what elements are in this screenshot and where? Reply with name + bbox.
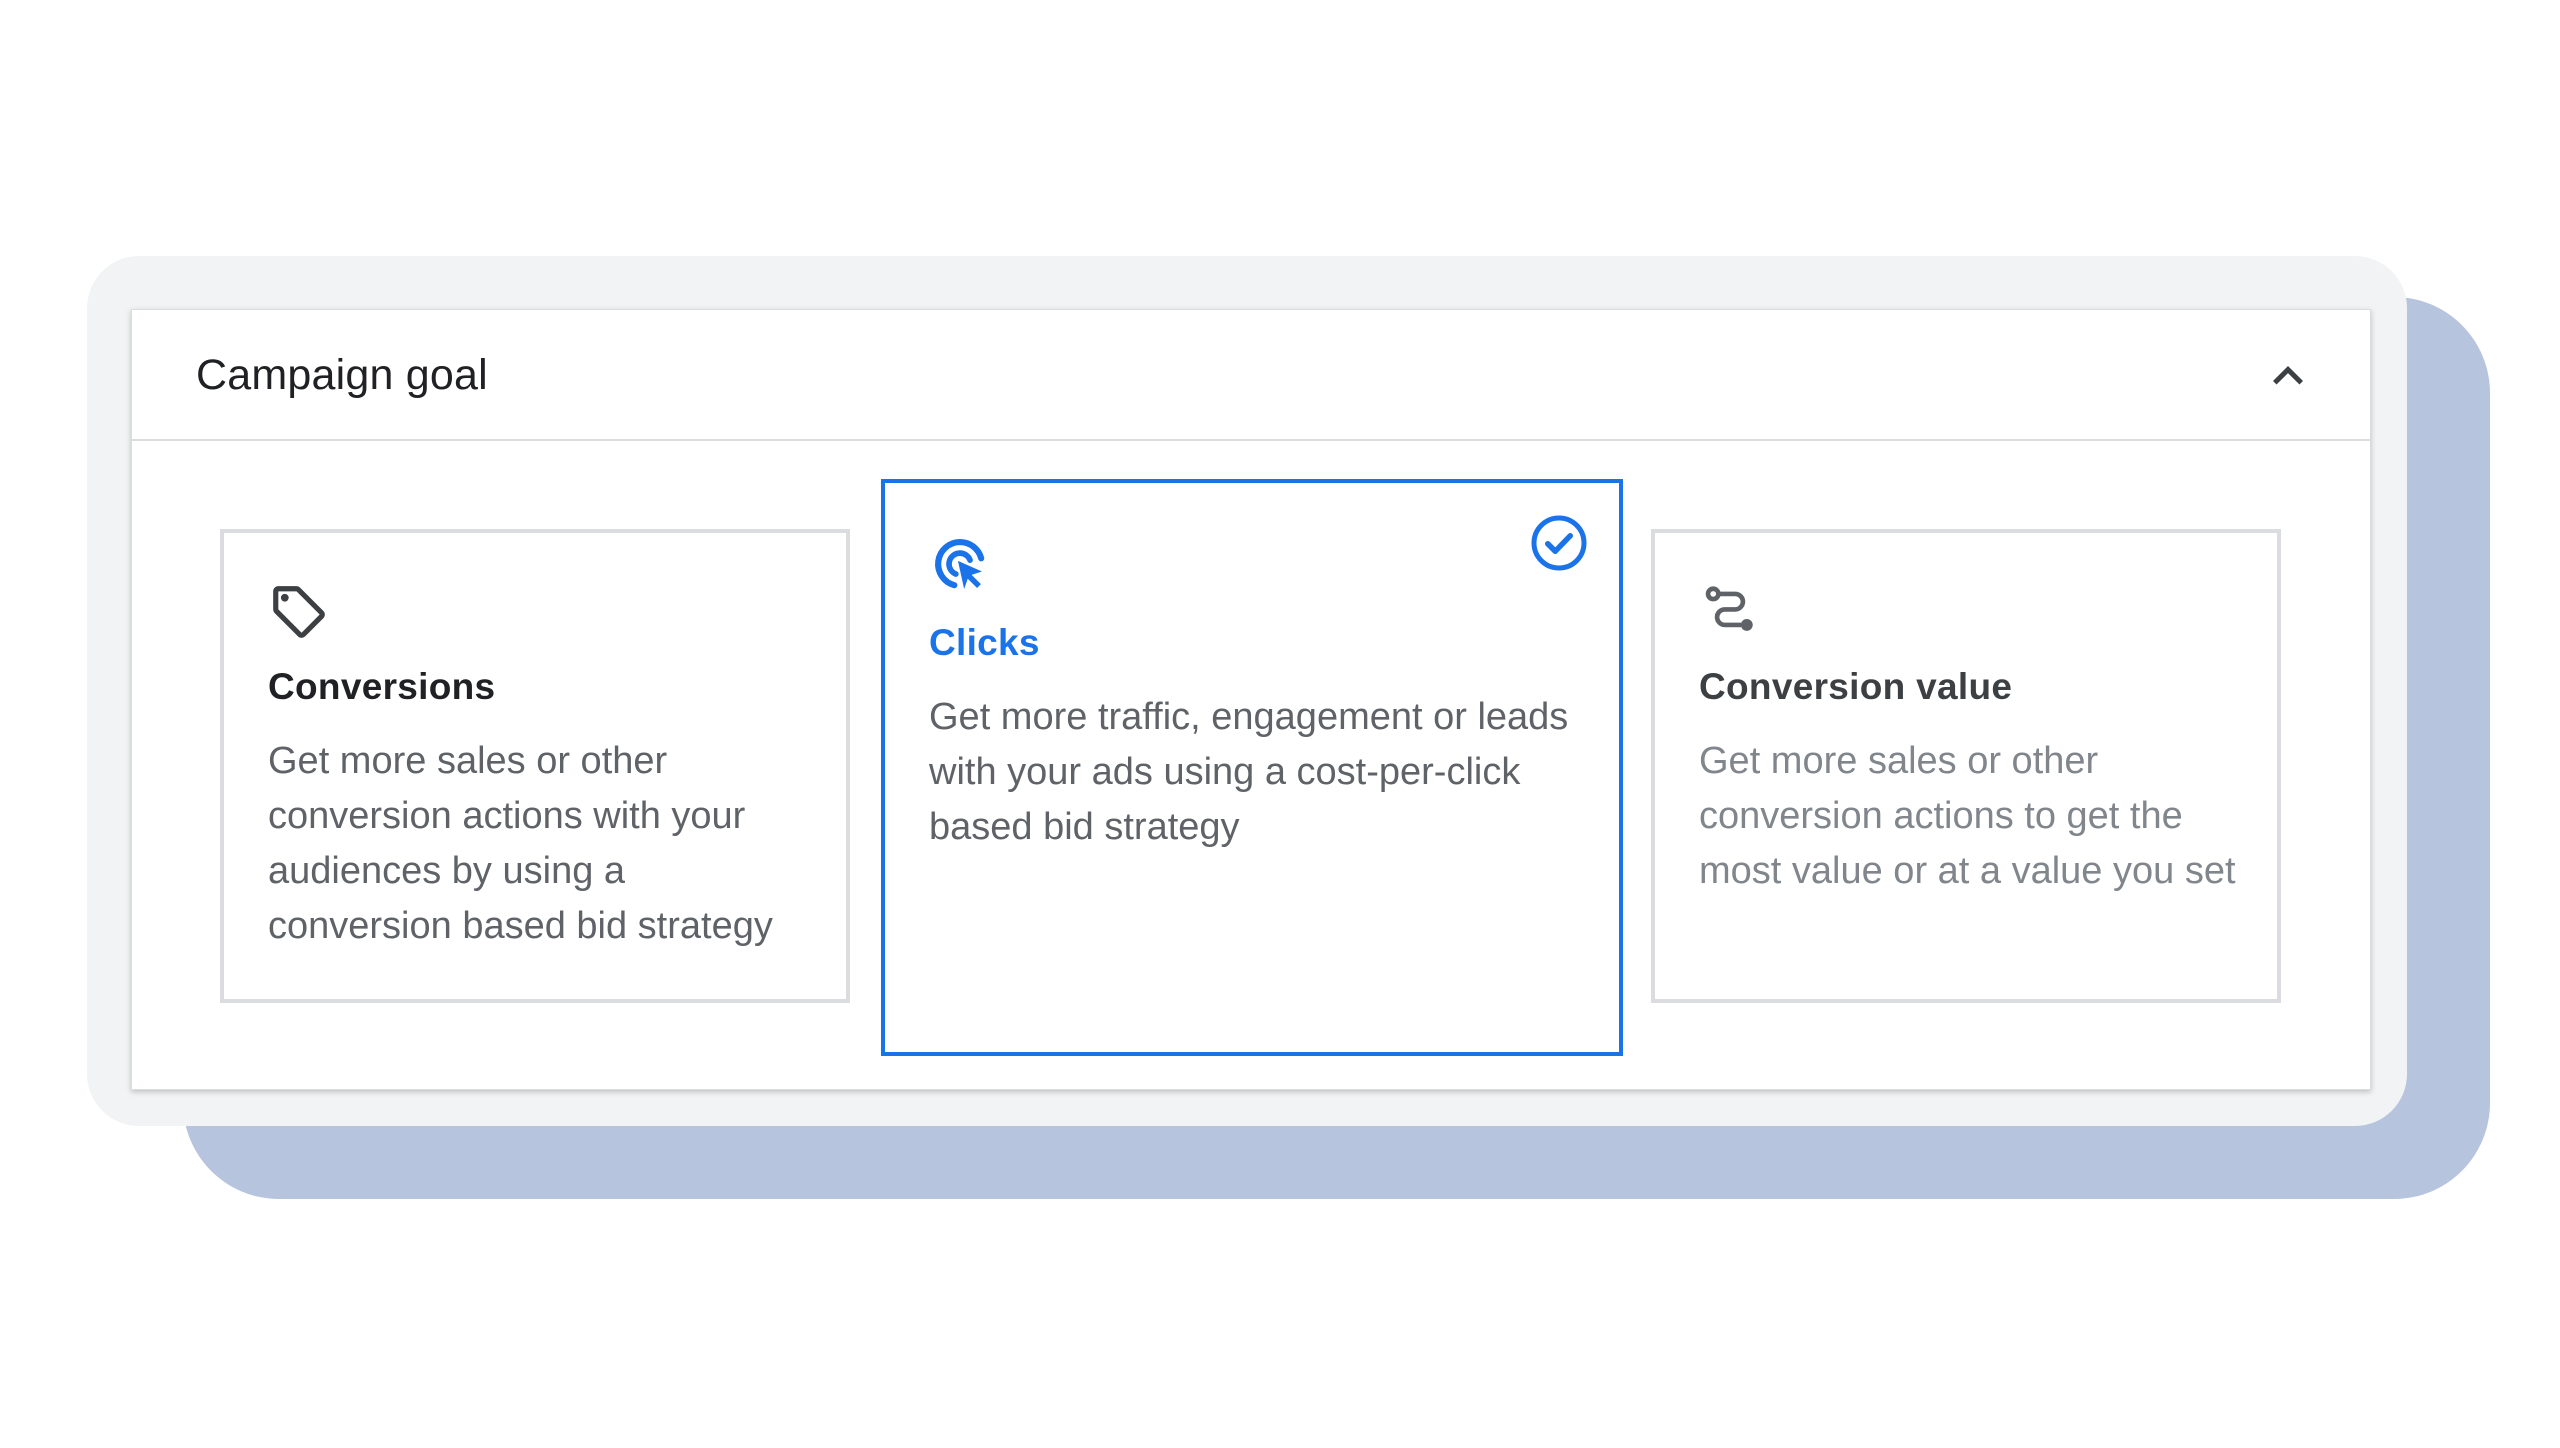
chevron-up-icon: [2273, 366, 2303, 385]
goal-card-title: Conversions: [268, 666, 496, 707]
conversion-path-icon: [1705, 586, 1753, 631]
goal-card-clicks[interactable]: Clicks Get more traffic, engagement or l…: [881, 479, 1623, 1056]
goal-card-description: Get more sales or other conversion actio…: [268, 740, 773, 947]
collapse-button[interactable]: [2258, 346, 2318, 406]
goal-card-title: Clicks: [929, 622, 1040, 663]
goal-card-conversion-value[interactable]: Conversion value Get more sales or other…: [1651, 529, 2281, 1003]
check-circle-icon: [1531, 515, 1587, 571]
goal-card-description: Get more sales or other conversion actio…: [1699, 740, 2236, 892]
panel-title: Campaign goal: [196, 351, 488, 399]
panel-header[interactable]: Campaign goal: [132, 310, 2370, 441]
campaign-goal-panel: Campaign goal Conversions Get more sales…: [131, 309, 2371, 1090]
screenshot-stage: Campaign goal Conversions Get more sales…: [0, 0, 2560, 1448]
goal-card-title: Conversion value: [1699, 666, 2013, 707]
click-cursor-icon: [935, 538, 985, 590]
goal-card-conversions[interactable]: Conversions Get more sales or other conv…: [220, 529, 850, 1003]
goal-card-description: Get more traffic, engagement or leads wi…: [929, 696, 1569, 848]
tag-icon: [273, 586, 325, 638]
